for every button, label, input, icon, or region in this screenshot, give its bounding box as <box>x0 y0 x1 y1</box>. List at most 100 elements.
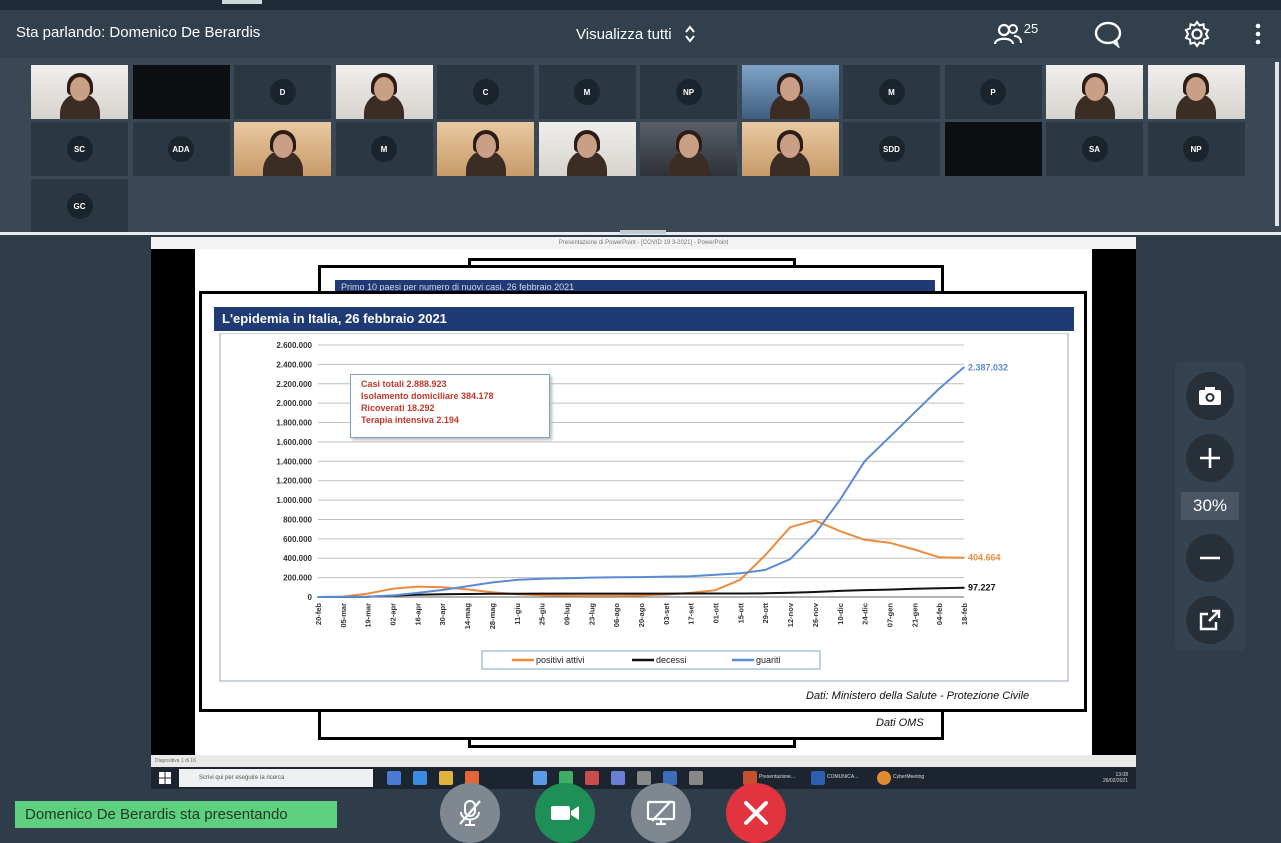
participant-video-tile[interactable] <box>740 64 840 120</box>
participant-initials: C <box>472 79 499 105</box>
participant-avatar-tile[interactable]: P <box>943 64 1043 120</box>
share-screen-button[interactable] <box>631 783 691 843</box>
chevron-up-down-icon <box>684 25 695 43</box>
splitter-grip[interactable] <box>620 230 666 234</box>
x-tick-label: 10-dic <box>836 603 845 625</box>
participant-avatar-tile[interactable]: NP <box>639 64 738 120</box>
data-point <box>640 592 642 595</box>
participant-video-tile[interactable] <box>1146 64 1246 120</box>
app-icon[interactable] <box>637 771 651 785</box>
snapshot-button[interactable] <box>1186 372 1234 420</box>
participant-avatar-tile[interactable]: SDD <box>842 121 941 177</box>
data-point <box>764 592 766 595</box>
participant-video-tile[interactable] <box>30 64 129 120</box>
participant-avatar-tile[interactable]: GC <box>30 178 129 234</box>
participant-video-tile[interactable] <box>334 64 434 120</box>
view-all-toggle[interactable]: Visualizza tutti <box>576 24 696 44</box>
participants-icon <box>993 23 1022 45</box>
data-point <box>739 578 742 581</box>
x-tick-label: 11-giu <box>513 603 522 625</box>
settings-button[interactable] <box>1181 18 1213 50</box>
taskbar-app-label[interactable]: CyberMeeting <box>893 774 924 780</box>
app-icon[interactable] <box>533 771 547 785</box>
camera-button[interactable] <box>535 783 595 843</box>
folder-icon[interactable] <box>439 771 453 785</box>
participant-avatar-tile[interactable]: M <box>842 64 941 120</box>
more-button[interactable] <box>1248 18 1268 50</box>
participant-grid: D C M NP M P SC ADA M SDD SA NP GC <box>0 58 1281 234</box>
participant-face <box>475 134 496 158</box>
view-all-label: Visualizza tutti <box>576 25 672 43</box>
summary-callout: Casi totali 2.888.923 Isolamento domicil… <box>350 374 550 438</box>
zoom-out-button[interactable] <box>1186 534 1234 582</box>
slide-source: Dati: Ministero della Salute - Protezion… <box>806 690 1030 702</box>
mute-button[interactable] <box>440 783 500 843</box>
zoom-in-button[interactable] <box>1186 434 1234 482</box>
x-tick-label: 25-giu <box>538 603 547 626</box>
callout-line: Casi totali 2.888.923 <box>361 379 447 389</box>
data-point <box>516 592 518 595</box>
chat-button[interactable] <box>1092 18 1124 50</box>
task-view-icon[interactable] <box>387 771 401 785</box>
participant-avatar-tile[interactable]: M <box>334 121 434 177</box>
participant-face <box>577 134 597 158</box>
video-icon <box>551 806 579 820</box>
more-vertical-icon <box>1255 23 1261 45</box>
participant-avatar-tile[interactable]: D <box>233 64 332 120</box>
windows-start-icon[interactable] <box>159 772 171 784</box>
popout-button[interactable] <box>1186 596 1234 644</box>
data-point <box>913 412 916 414</box>
x-tick-label: 12-nov <box>786 602 795 627</box>
data-point <box>441 593 443 596</box>
participant-avatar-tile[interactable]: SC <box>30 121 129 177</box>
participant-video-tile[interactable] <box>639 121 738 177</box>
mic-off-icon <box>459 800 481 826</box>
x-tick-label: 17-set <box>687 603 696 625</box>
data-point <box>416 592 419 594</box>
data-point <box>739 572 742 575</box>
participant-avatar-tile[interactable]: M <box>537 64 637 120</box>
taskbar-app-label[interactable]: COMUNICA... <box>827 774 858 780</box>
taskbar-app-label[interactable]: Presentazione... <box>759 774 795 780</box>
participant-video-tile[interactable] <box>1045 64 1144 120</box>
app-icon[interactable] <box>611 771 625 785</box>
participants-button[interactable]: 25 <box>986 18 1046 50</box>
participant-tile-video-off[interactable] <box>943 121 1043 177</box>
participant-video-tile[interactable] <box>233 121 332 177</box>
participant-avatar-tile[interactable]: NP <box>1146 121 1246 177</box>
data-point <box>764 569 766 571</box>
cybermeeting-icon[interactable] <box>877 771 891 785</box>
word-icon[interactable] <box>811 771 825 785</box>
leave-call-button[interactable] <box>726 783 786 843</box>
taskbar-search-input[interactable]: Scrivi qui per eseguire la ricerca <box>179 769 373 787</box>
data-point <box>615 594 617 597</box>
participant-count: 25 <box>1023 20 1039 36</box>
splitter[interactable] <box>0 230 1281 235</box>
participant-video-tile[interactable] <box>436 121 535 177</box>
edge-icon[interactable] <box>413 771 427 785</box>
gear-icon <box>1184 20 1210 48</box>
data-point <box>839 530 841 532</box>
y-tick-label: 1.400.000 <box>276 457 312 466</box>
participant-video-tile[interactable] <box>537 121 637 177</box>
data-point <box>590 576 593 579</box>
x-tick-label: 15-ott <box>736 603 745 624</box>
app-icon[interactable] <box>585 771 599 785</box>
system-clock[interactable]: 13:08 26/02/2021 <box>1103 772 1128 784</box>
participant-avatar-tile[interactable]: C <box>436 64 535 120</box>
y-tick-label: 1.000.000 <box>276 496 312 505</box>
app-icon[interactable] <box>689 771 703 785</box>
data-point <box>466 585 468 588</box>
participant-video-tile[interactable] <box>740 121 840 177</box>
y-tick-label: 1.800.000 <box>276 419 312 428</box>
participant-tile-video-off[interactable] <box>131 64 231 120</box>
participant-avatar-tile[interactable]: SA <box>1045 121 1144 177</box>
data-point <box>963 366 965 369</box>
data-point <box>913 548 916 551</box>
x-tick-label: 09-lug <box>562 603 571 626</box>
active-speaker-label: Sta parlando: Domenico De Berardis <box>16 24 261 41</box>
participant-avatar-tile[interactable]: ADA <box>131 121 231 177</box>
grid-scrollbar[interactable] <box>1275 62 1279 226</box>
participant-initials: ADA <box>168 136 194 162</box>
data-point <box>963 586 965 589</box>
